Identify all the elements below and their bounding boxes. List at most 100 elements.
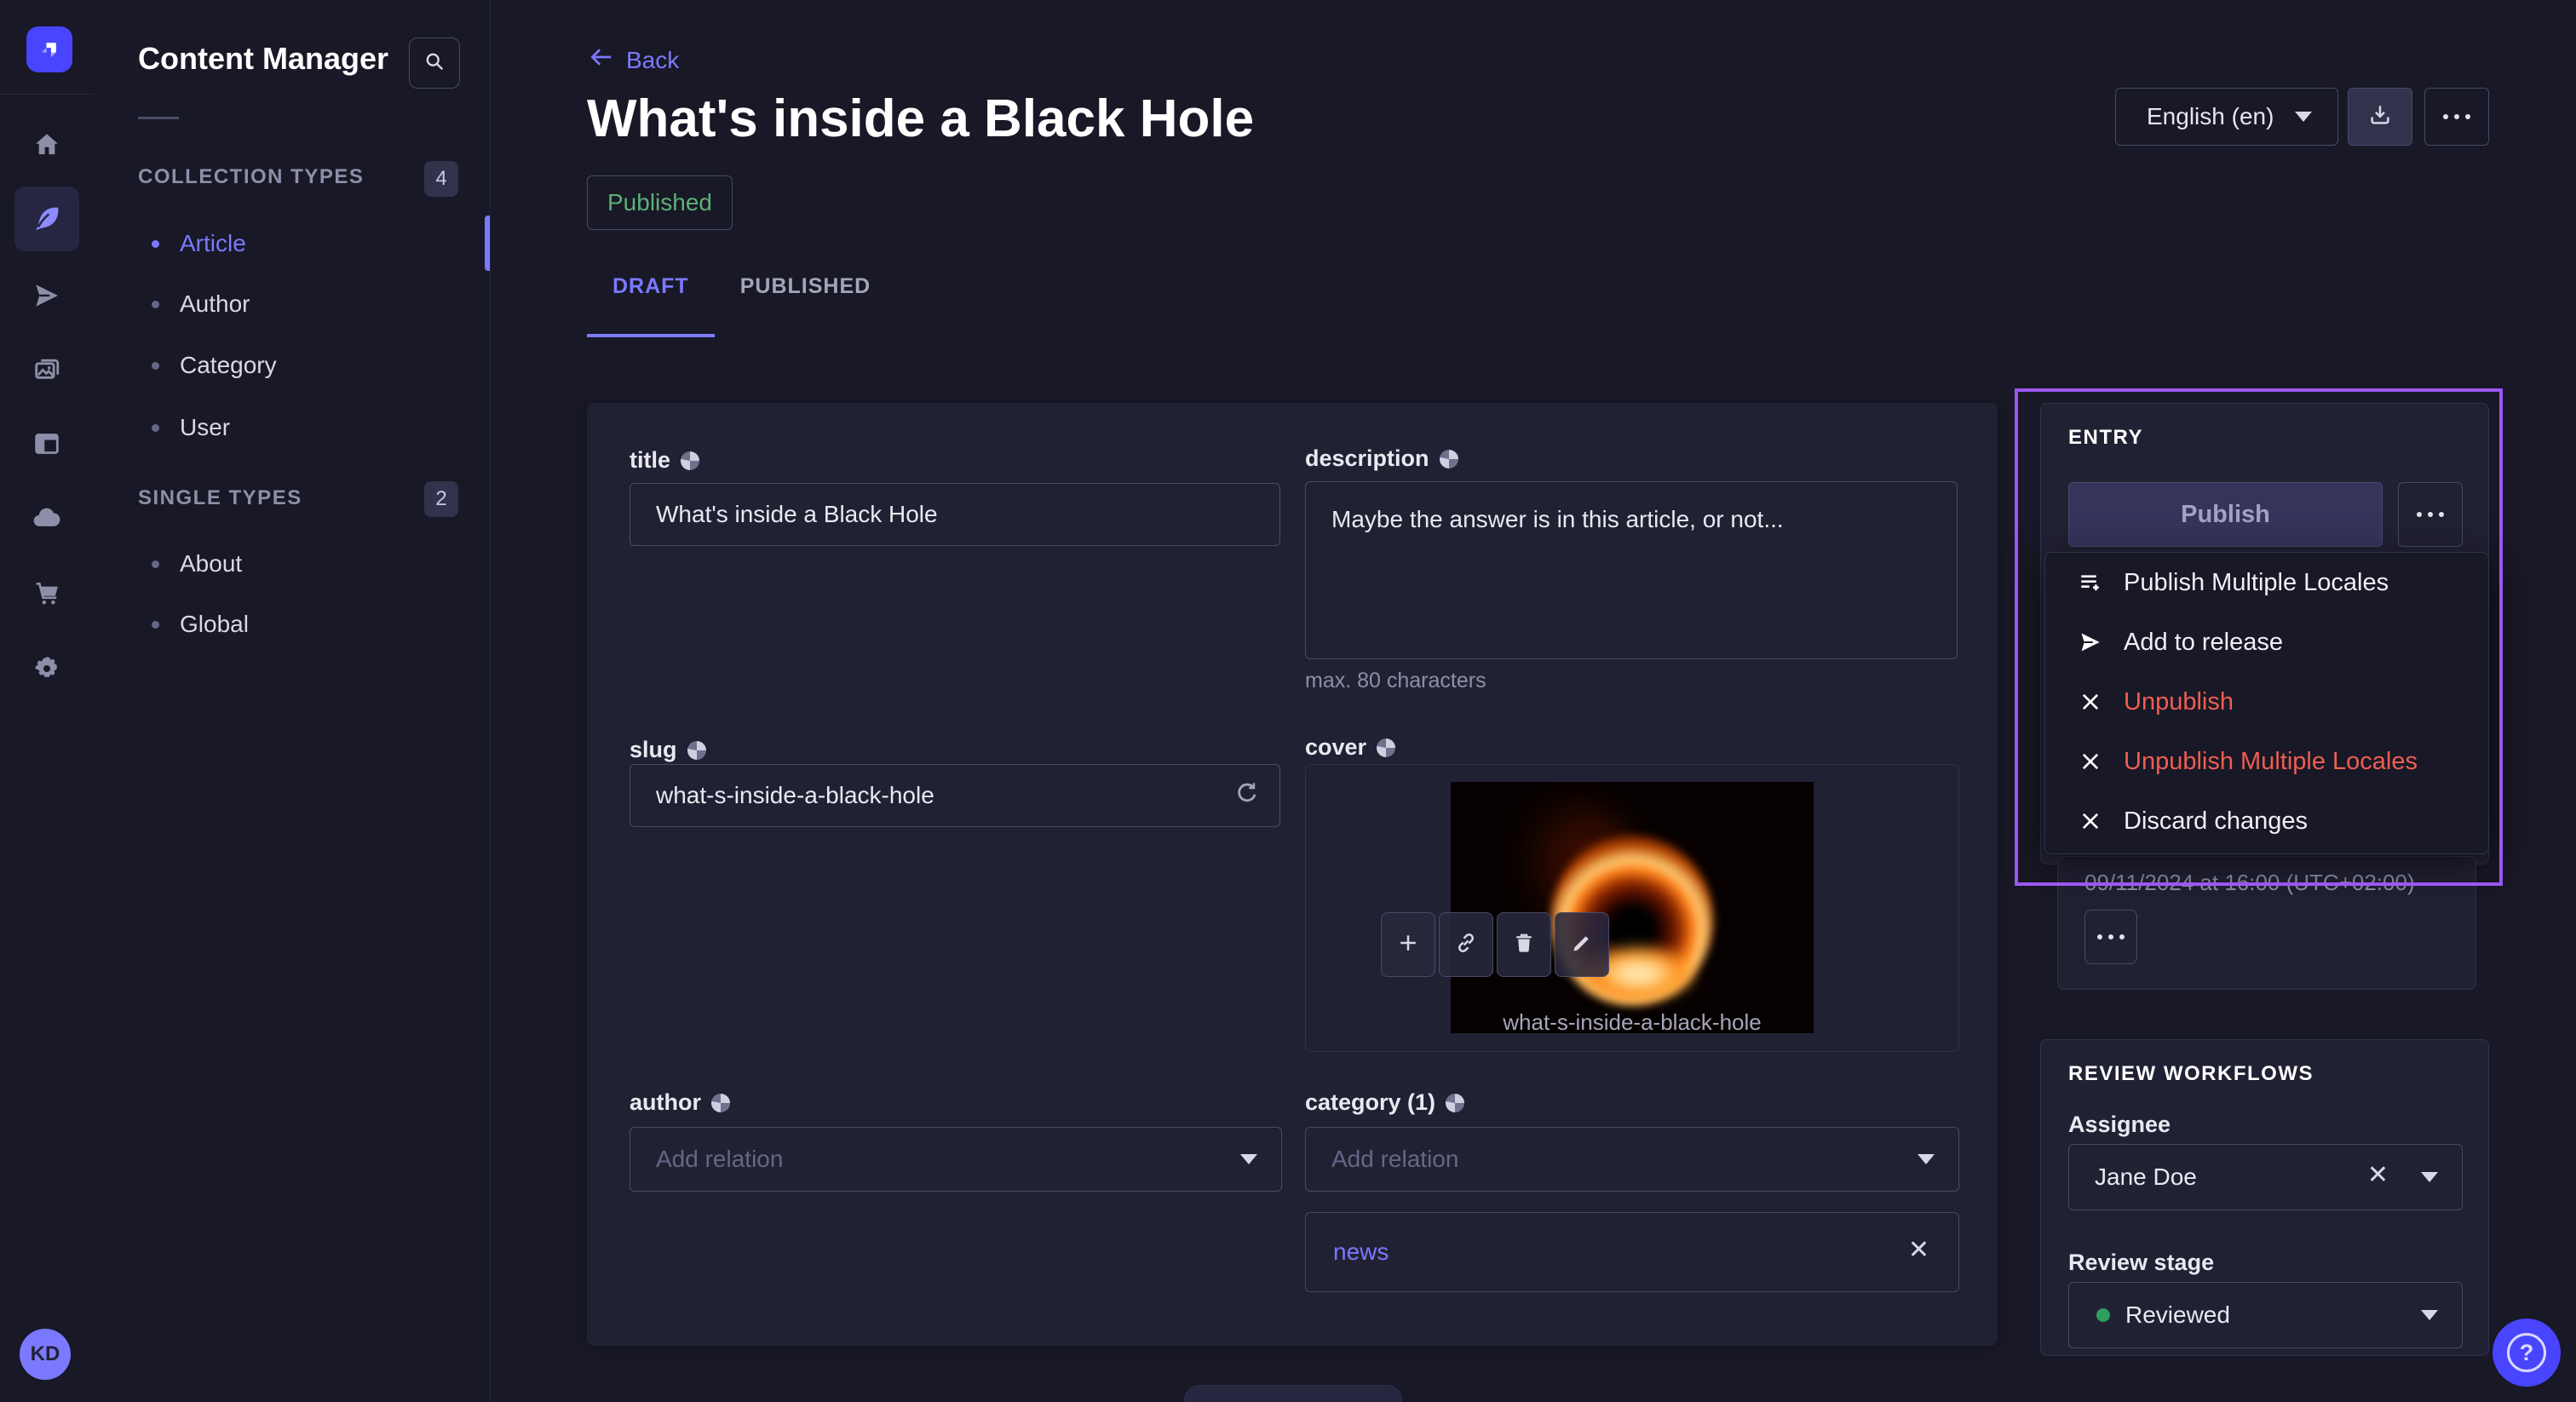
cover-image-black-hole <box>1451 782 1814 1033</box>
release-info-card: 09/11/2024 at 16:00 (UTC+02:00) <box>2057 856 2476 990</box>
menu-item-add-to-release[interactable]: Add to release <box>2045 612 2488 672</box>
cover-actions <box>1381 912 1609 977</box>
download-icon <box>2367 102 2393 132</box>
remove-relation-icon[interactable]: ✕ <box>1908 1235 1929 1265</box>
sidebar-item-user[interactable]: User <box>94 397 490 458</box>
review-workflows-panel: REVIEW WORKFLOWS Assignee Jane Doe ✕ Rev… <box>2040 1039 2489 1356</box>
category-relation-select[interactable]: Add relation <box>1305 1127 1959 1192</box>
sidebar-item-global[interactable]: Global <box>94 594 490 655</box>
version-tabs: DRAFT PUBLISHED <box>587 274 896 337</box>
icon-rail: KD <box>0 0 95 1402</box>
content-manager-feather-icon[interactable] <box>28 200 66 238</box>
settings-gear-icon[interactable] <box>28 650 66 687</box>
copy-link-button[interactable] <box>1439 912 1493 977</box>
x-icon <box>2076 809 2105 833</box>
download-button[interactable] <box>2348 88 2412 146</box>
slug-field <box>630 764 1280 827</box>
delete-media-button[interactable] <box>1497 912 1551 977</box>
x-icon <box>2076 750 2105 773</box>
description-textarea[interactable]: Maybe the answer is in this article, or … <box>1305 481 1958 659</box>
locale-globe-icon <box>681 451 699 470</box>
section-label-single-types: SINGLE TYPES <box>138 486 302 510</box>
ellipsis-icon <box>2097 934 2125 939</box>
releases-send-icon[interactable] <box>28 277 66 314</box>
locale-globe-icon <box>1446 1094 1464 1112</box>
author-field-label: author <box>630 1089 730 1116</box>
ellipsis-icon <box>2443 114 2470 119</box>
title-field-label: title <box>630 447 699 474</box>
single-types-count-badge: 2 <box>424 481 458 517</box>
link-icon <box>1453 930 1479 960</box>
publish-button[interactable]: Publish <box>2068 482 2383 547</box>
regenerate-slug-icon[interactable] <box>1233 779 1262 812</box>
strapi-logo[interactable] <box>26 26 72 72</box>
pencil-icon <box>1569 930 1595 960</box>
search-icon <box>423 49 446 78</box>
chevron-down-icon <box>2421 1310 2438 1320</box>
subnav-title: Content Manager <box>138 41 388 77</box>
help-button[interactable]: ? <box>2493 1319 2561 1387</box>
author-relation-select[interactable]: Add relation <box>630 1127 1282 1192</box>
page-title: What's inside a Black Hole <box>587 89 1254 149</box>
menu-item-unpublish[interactable]: Unpublish <box>2045 672 2488 732</box>
description-field-label: description <box>1305 445 1458 472</box>
ellipsis-icon <box>2417 512 2444 517</box>
menu-item-publish-multiple-locales[interactable]: Publish Multiple Locales <box>2045 553 2488 612</box>
strapi-admin: KD Content Manager COLLECTION TYPES 4 Ar… <box>0 0 2576 1402</box>
content-type-builder-icon[interactable] <box>28 425 66 463</box>
review-stage-label: Review stage <box>2068 1250 2214 1276</box>
home-icon[interactable] <box>28 126 66 164</box>
assignee-label: Assignee <box>2068 1112 2171 1138</box>
main-content: Back What's inside a Black Hole Publishe… <box>490 0 2576 1402</box>
user-avatar[interactable]: KD <box>20 1329 71 1380</box>
entry-more-button[interactable] <box>2398 482 2463 547</box>
sidebar-item-author[interactable]: Author <box>94 273 490 335</box>
bullet-icon <box>152 621 159 629</box>
assignee-select[interactable]: Jane Doe ✕ <box>2068 1144 2463 1210</box>
sidebar-item-category[interactable]: Category <box>94 335 490 396</box>
section-label-collection-types: COLLECTION TYPES <box>138 165 364 189</box>
menu-item-discard-changes[interactable]: Discard changes <box>2045 791 2488 851</box>
locale-select[interactable]: English (en) <box>2115 88 2338 146</box>
review-workflows-heading: REVIEW WORKFLOWS <box>2068 1062 2314 1086</box>
category-field-label: category (1) <box>1305 1089 1464 1116</box>
edit-form-card: title description Maybe the answer is in… <box>587 403 1998 1346</box>
bullet-icon <box>152 240 159 248</box>
edit-media-button[interactable] <box>1555 912 1609 977</box>
collection-types-count-badge: 4 <box>424 161 458 197</box>
chevron-down-icon <box>1918 1154 1935 1164</box>
menu-item-unpublish-multiple-locales[interactable]: Unpublish Multiple Locales <box>2045 732 2488 791</box>
locale-globe-icon <box>687 741 706 760</box>
back-link[interactable]: Back <box>589 44 679 76</box>
title-input[interactable] <box>630 483 1280 546</box>
slug-input[interactable] <box>630 764 1280 827</box>
relation-news-link[interactable]: news <box>1333 1238 1389 1266</box>
status-badge: Published <box>587 175 733 230</box>
category-relation-item: news ✕ <box>1305 1212 1959 1292</box>
bullet-icon <box>152 560 159 568</box>
slug-field-label: slug <box>630 737 706 763</box>
media-library-icon[interactable] <box>28 351 66 388</box>
review-stage-select[interactable]: Reviewed <box>2068 1282 2463 1348</box>
tab-draft[interactable]: DRAFT <box>587 274 715 337</box>
cloud-deploy-icon[interactable] <box>28 499 66 537</box>
clear-assignee-icon[interactable]: ✕ <box>2367 1160 2389 1190</box>
search-button[interactable] <box>409 37 460 89</box>
plus-icon <box>1395 930 1421 960</box>
locale-globe-icon <box>1377 738 1395 757</box>
sidebar-item-about[interactable]: About <box>94 533 490 595</box>
add-media-button[interactable] <box>1381 912 1435 977</box>
release-more-button[interactable] <box>2084 910 2137 964</box>
x-icon <box>2076 690 2105 714</box>
chevron-down-icon <box>1240 1154 1257 1164</box>
tab-published[interactable]: PUBLISHED <box>715 274 896 334</box>
send-icon <box>2076 629 2105 655</box>
entry-heading: ENTRY <box>2068 426 2143 450</box>
marketplace-cart-icon[interactable] <box>28 575 66 612</box>
more-actions-button[interactable] <box>2424 88 2489 146</box>
sidebar-item-article[interactable]: Article <box>94 213 490 274</box>
cover-media-card: what-s-inside-a-black-hole <box>1305 764 1959 1052</box>
add-component-button-partial[interactable] <box>1184 1385 1402 1402</box>
arrow-left-icon <box>589 44 614 76</box>
locale-globe-icon <box>711 1094 730 1112</box>
